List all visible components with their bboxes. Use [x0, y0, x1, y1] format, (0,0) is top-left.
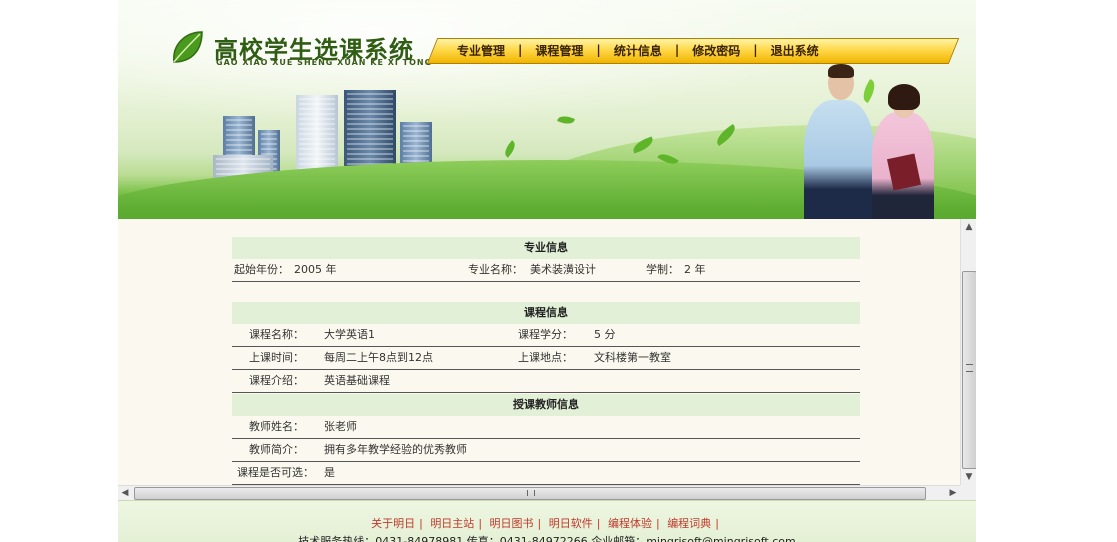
course-intro-label: 课程介绍：	[249, 374, 304, 387]
duration-value: 2 年	[684, 263, 706, 276]
major-info-section: 专业信息 起始年份： 2005 年 专业名称： 美术装潢设计 学制： 2 年	[232, 237, 860, 282]
student-hair	[828, 64, 854, 78]
footer-link-separator: |	[655, 517, 660, 530]
footer-link-separator: |	[537, 517, 542, 530]
teacher-name-label: 教师姓名：	[249, 420, 304, 433]
horizontal-scrollbar[interactable]: ◀ ▶	[118, 485, 960, 500]
app-subtitle: GAO XIAO XUE SHENG XUAN KE XI TONG	[216, 58, 433, 67]
footer-link-separator: |	[478, 517, 483, 530]
course-row-name: 课程名称： 大学英语1 课程学分： 5 分	[232, 324, 860, 347]
vertical-scroll-thumb[interactable]	[962, 271, 976, 469]
course-credit-label: 课程学分：	[518, 328, 573, 341]
teacher-info-heading: 授课教师信息	[232, 394, 860, 416]
course-time-label: 上课时间：	[249, 351, 304, 364]
teacher-row-selectable: 课程是否可选： 是	[232, 462, 860, 485]
scroll-up-arrow-icon[interactable]: ▲	[961, 219, 976, 235]
footer-link-separator: |	[715, 517, 719, 530]
student-hair	[888, 84, 920, 110]
menu-item-change-password[interactable]: 修改密码	[679, 42, 753, 59]
course-name-label: 课程名称：	[249, 328, 304, 341]
footer-link-software[interactable]: 明日软件	[549, 517, 593, 530]
page-frame: 高校学生选课系统 GAO XIAO XUE SHENG XUAN KE XI T…	[118, 0, 976, 542]
major-info-heading: 专业信息	[232, 237, 860, 259]
scroll-down-arrow-icon[interactable]: ▼	[961, 469, 976, 485]
footer-link-books[interactable]: 明日图书	[490, 517, 534, 530]
major-name-label: 专业名称：	[468, 263, 523, 276]
footer-link-about[interactable]: 关于明日	[371, 517, 415, 530]
menu-item-course[interactable]: 课程管理	[522, 42, 596, 59]
teacher-info-section: 授课教师信息 教师姓名： 张老师 教师简介： 拥有多年教学经验的优秀教师 课程是…	[232, 394, 860, 485]
horizontal-scroll-thumb[interactable]	[134, 487, 926, 500]
course-place-label: 上课地点：	[518, 351, 573, 364]
teacher-intro-label: 教师简介：	[249, 443, 304, 456]
start-year-label: 起始年份：	[234, 263, 289, 276]
footer-link-main-site[interactable]: 明日主站	[430, 517, 474, 530]
grip-icon	[966, 364, 973, 372]
selectable-value: 是	[324, 466, 335, 479]
footer-links: 关于明日 | 明日主站 | 明日图书 | 明日软件 | 编程体验 | 编程词典 |	[118, 515, 976, 531]
menu-item-logout[interactable]: 退出系统	[758, 42, 832, 59]
course-info-heading: 课程信息	[232, 302, 860, 324]
teacher-row-intro: 教师简介： 拥有多年教学经验的优秀教师	[232, 439, 860, 462]
student-figure-male	[804, 100, 874, 219]
teacher-name-value: 张老师	[324, 420, 357, 433]
major-name-value: 美术装潢设计	[530, 263, 596, 276]
major-info-row: 起始年份： 2005 年 专业名称： 美术装潢设计 学制： 2 年	[232, 259, 860, 282]
course-intro-value: 英语基础课程	[324, 374, 390, 387]
course-row-intro: 课程介绍： 英语基础课程	[232, 370, 860, 393]
footer-contact: 技术服务热线：0431-84978981 传真：0431-84972266 企业…	[298, 535, 796, 542]
footer-link-separator: |	[419, 517, 423, 530]
course-credit-value: 5 分	[594, 328, 616, 341]
scrollbar-corner	[960, 485, 976, 500]
main-menu: 专业管理 | 课程管理 | 统计信息 | 修改密码 | 退出系统	[444, 38, 832, 62]
grip-icon	[527, 490, 535, 496]
detail-content: 专业信息 起始年份： 2005 年 专业名称： 美术装潢设计 学制： 2 年 课…	[118, 219, 960, 485]
course-name-value: 大学英语1	[324, 328, 375, 341]
teacher-row-name: 教师姓名： 张老师	[232, 416, 860, 439]
course-row-time: 上课时间： 每周二上午8点到12点 上课地点： 文科楼第一教室	[232, 347, 860, 370]
teacher-intro-value: 拥有多年教学经验的优秀教师	[324, 443, 467, 456]
start-year-value: 2005 年	[294, 263, 337, 276]
footer: 关于明日 | 明日主站 | 明日图书 | 明日软件 | 编程体验 | 编程词典 | 技术服务…	[118, 500, 976, 542]
vertical-scrollbar[interactable]: ▲ ▼	[960, 219, 976, 485]
menu-item-statistics[interactable]: 统计信息	[601, 42, 675, 59]
selectable-label: 课程是否可选：	[237, 466, 314, 479]
duration-label: 学制：	[646, 263, 679, 276]
course-place-value: 文科楼第一教室	[594, 351, 671, 364]
header-banner: 高校学生选课系统 GAO XIAO XUE SHENG XUAN KE XI T…	[118, 0, 976, 219]
course-info-section: 课程信息 课程名称： 大学英语1 课程学分： 5 分 上课时间： 每周二上午8点…	[232, 302, 860, 393]
scroll-right-arrow-icon[interactable]: ▶	[946, 486, 960, 500]
footer-link-programming-dictionary[interactable]: 编程词典	[667, 517, 711, 530]
menu-item-major[interactable]: 专业管理	[444, 42, 518, 59]
leaf-logo-icon	[173, 31, 203, 63]
scroll-left-arrow-icon[interactable]: ◀	[118, 486, 132, 500]
course-time-value: 每周二上午8点到12点	[324, 351, 433, 364]
footer-link-separator: |	[596, 517, 601, 530]
footer-link-programming-experience[interactable]: 编程体验	[608, 517, 652, 530]
